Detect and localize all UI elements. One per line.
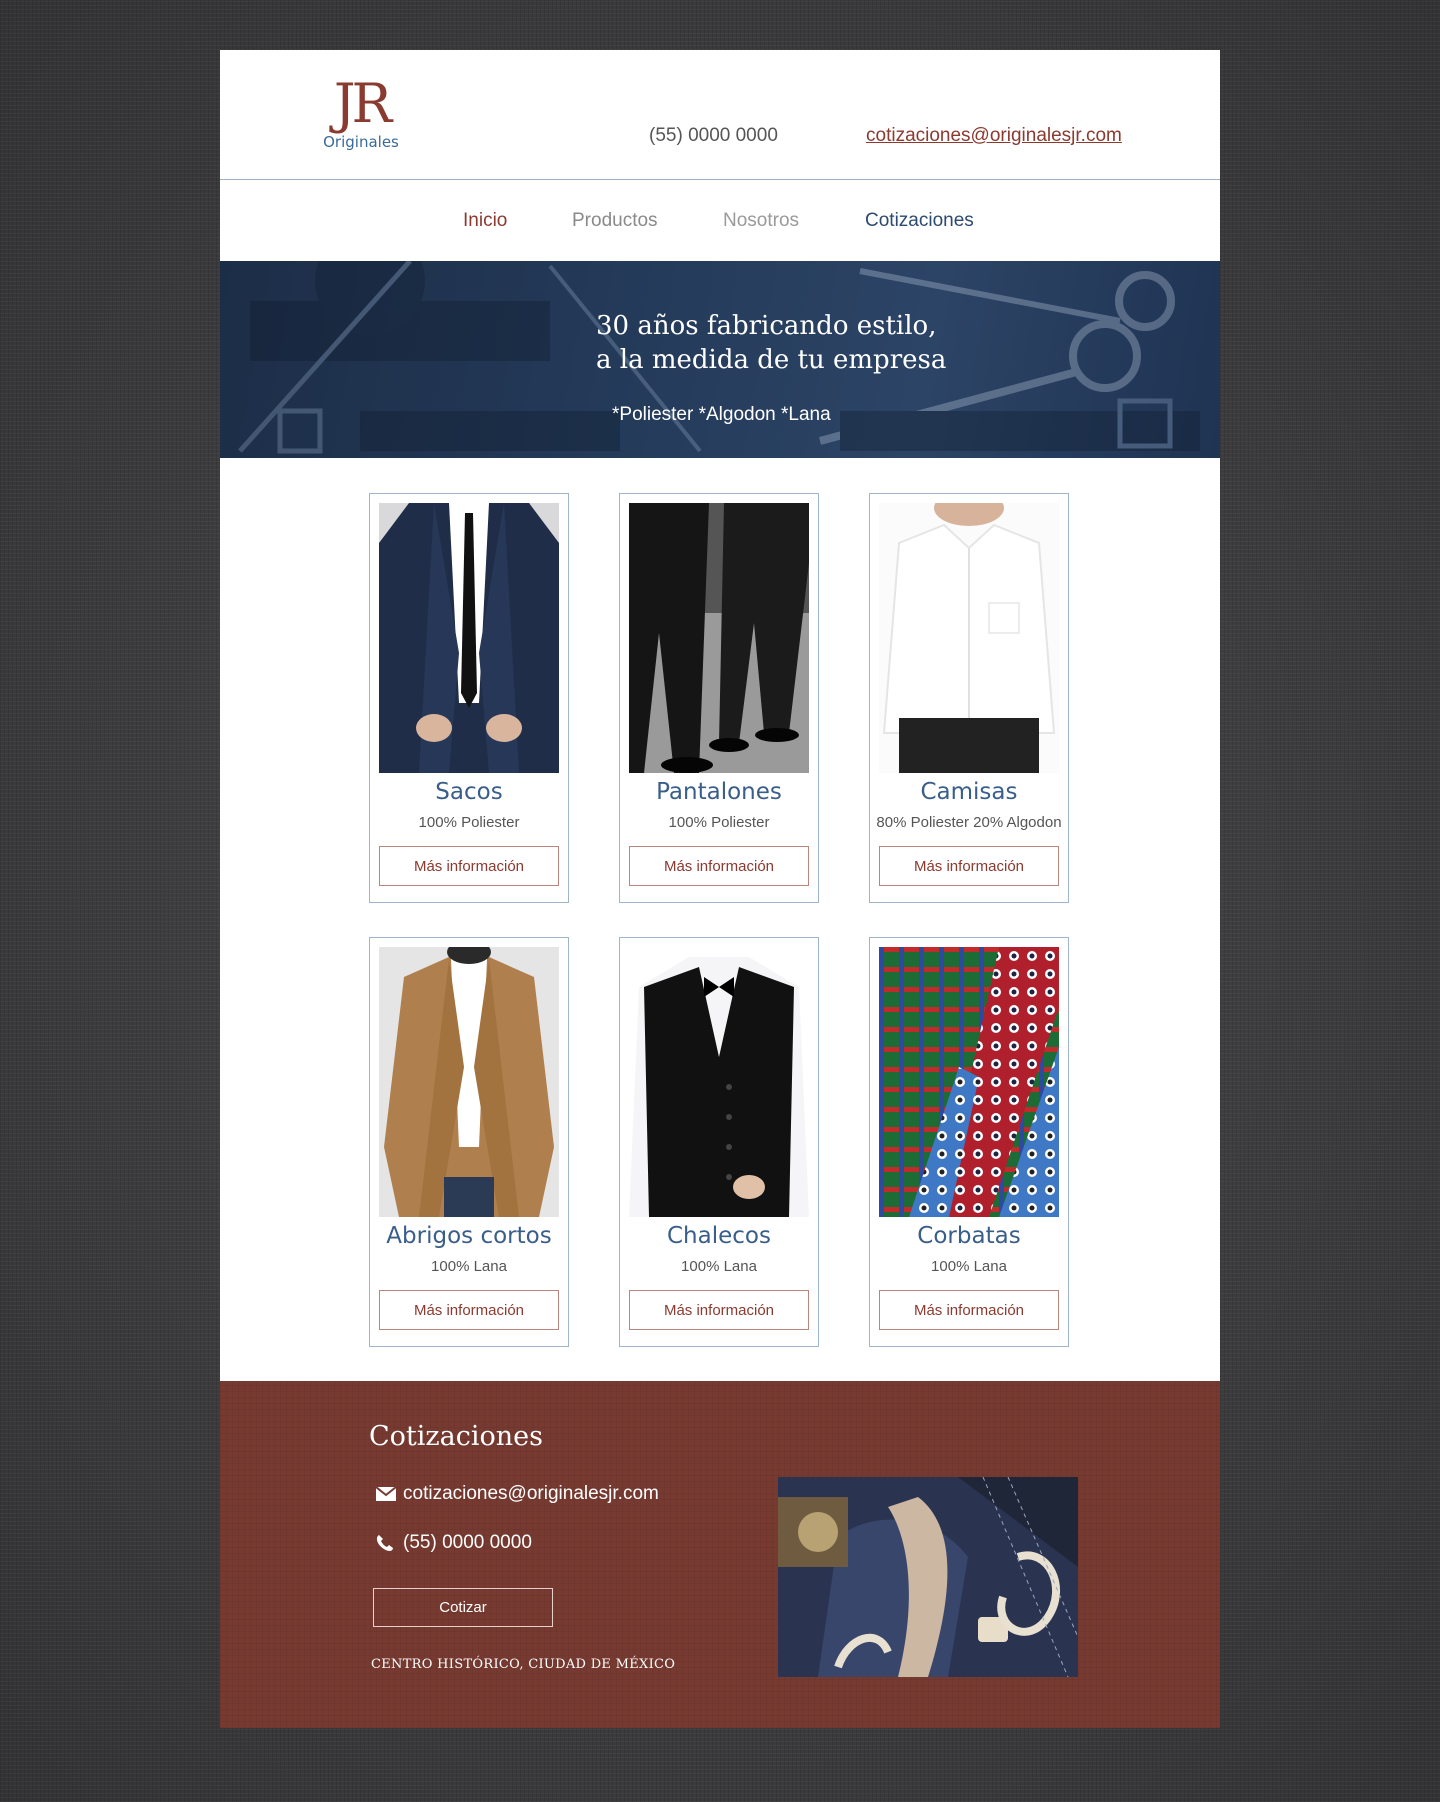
more-info-button[interactable]: Más información <box>379 1290 559 1330</box>
product-fabric: 80% Poliester 20% Algodon <box>876 814 1062 831</box>
product-image-chalecos[interactable] <box>629 947 809 1217</box>
footer-phone-text: (55) 0000 0000 <box>403 1532 532 1553</box>
more-info-button[interactable]: Más información <box>379 846 559 886</box>
product-image-pantalones[interactable] <box>629 503 809 773</box>
product-card-sacos: Sacos 100% Poliester Más información <box>369 493 569 903</box>
hero-subtitle: *Poliester *Algodon *Lana <box>612 404 831 425</box>
more-info-button[interactable]: Más información <box>629 846 809 886</box>
envelope-icon <box>375 1486 397 1501</box>
footer-title: Cotizaciones <box>369 1421 543 1452</box>
logo-mark: JR <box>333 72 392 135</box>
page-container: JR Originales (55) 0000 0000 cotizacione… <box>220 50 1220 1728</box>
cotizar-button[interactable]: Cotizar <box>373 1588 553 1627</box>
product-name: Camisas <box>920 779 1018 805</box>
product-image-corbatas[interactable] <box>879 947 1059 1217</box>
product-image-camisas[interactable] <box>879 503 1059 773</box>
logo[interactable]: JR Originales <box>319 72 403 152</box>
product-card-abrigos-cortos: Abrigos cortos 100% Lana Más información <box>369 937 569 1347</box>
footer-phone[interactable]: (55) 0000 0000 <box>375 1532 532 1554</box>
hero-title-line-1: 30 años fabricando estilo, <box>596 311 937 341</box>
product-image-sacos[interactable] <box>379 503 559 773</box>
site-header: JR Originales (55) 0000 0000 cotizacione… <box>220 50 1220 180</box>
more-info-button[interactable]: Más información <box>879 846 1059 886</box>
nav-item-inicio[interactable]: Inicio <box>463 210 507 232</box>
footer-email[interactable]: cotizaciones@originalesjr.com <box>375 1483 659 1505</box>
product-fabric: 100% Poliester <box>418 814 520 831</box>
product-card-corbatas: Corbatas 100% Lana Más información <box>869 937 1069 1347</box>
logo-subtitle: Originales <box>323 133 399 151</box>
product-fabric: 100% Lana <box>681 1258 757 1275</box>
tailoring-photo <box>778 1477 1078 1677</box>
more-info-button[interactable]: Más información <box>879 1290 1059 1330</box>
product-name: Chalecos <box>667 1223 771 1249</box>
footer-email-text: cotizaciones@originalesjr.com <box>403 1483 659 1504</box>
product-name: Sacos <box>435 779 503 805</box>
product-card-chalecos: Chalecos 100% Lana Más información <box>619 937 819 1347</box>
products-grid: Sacos 100% Poliester Más información Pan… <box>220 458 1220 1382</box>
nav-item-productos[interactable]: Productos <box>572 210 658 232</box>
product-name: Abrigos cortos <box>386 1223 552 1249</box>
contact-footer: Cotizaciones cotizaciones@originalesjr.c… <box>220 1381 1220 1728</box>
product-fabric: 100% Lana <box>431 1258 507 1275</box>
main-nav: Inicio Productos Nosotros Cotizaciones <box>220 180 1220 261</box>
footer-address: CENTRO HISTÓRICO, CIUDAD DE MÉXICO <box>371 1657 676 1672</box>
more-info-button[interactable]: Más información <box>629 1290 809 1330</box>
nav-item-nosotros[interactable]: Nosotros <box>723 210 799 232</box>
hero-title: 30 años fabricando estilo, a la medida d… <box>220 309 1220 377</box>
phone-icon <box>376 1535 393 1551</box>
nav-item-cotizaciones[interactable]: Cotizaciones <box>865 210 974 232</box>
product-card-pantalones: Pantalones 100% Poliester Más informació… <box>619 493 819 903</box>
hero-title-line-2: a la medida de tu empresa <box>596 345 947 375</box>
header-phone[interactable]: (55) 0000 0000 <box>649 125 778 147</box>
product-name: Pantalones <box>656 779 782 805</box>
product-image-abrigos-cortos[interactable] <box>379 947 559 1217</box>
product-card-camisas: Camisas 80% Poliester 20% Algodon Más in… <box>869 493 1069 903</box>
product-name: Corbatas <box>917 1223 1021 1249</box>
header-email-link[interactable]: cotizaciones@originalesjr.com <box>866 125 1122 147</box>
product-fabric: 100% Lana <box>931 1258 1007 1275</box>
product-fabric: 100% Poliester <box>668 814 770 831</box>
hero-banner: 30 años fabricando estilo, a la medida d… <box>220 261 1220 458</box>
